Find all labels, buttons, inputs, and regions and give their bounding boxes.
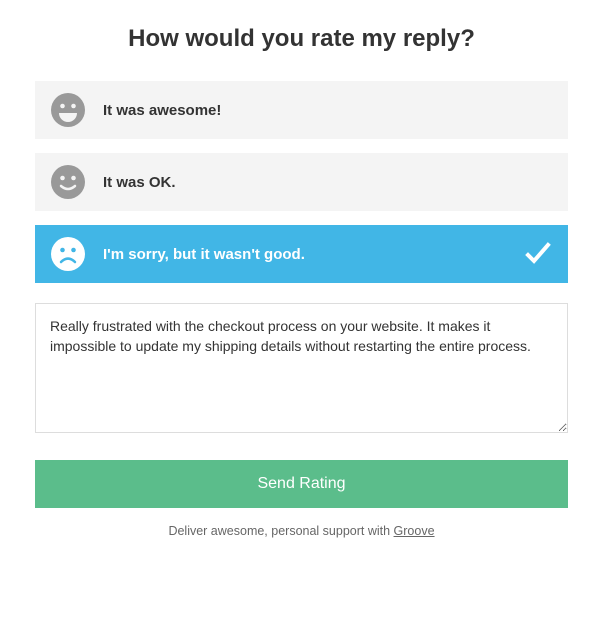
smile-icon	[51, 165, 85, 199]
footer-link[interactable]: Groove	[394, 524, 435, 538]
rating-option-ok[interactable]: It was OK.	[35, 153, 568, 211]
footer-prefix: Deliver awesome, personal support with	[168, 524, 393, 538]
rating-option-awesome[interactable]: It was awesome!	[35, 81, 568, 139]
rating-option-bad[interactable]: I'm sorry, but it wasn't good.	[35, 225, 568, 283]
rating-option-label: It was awesome!	[103, 102, 221, 119]
rating-option-label: I'm sorry, but it wasn't good.	[103, 246, 305, 263]
smile-big-icon	[51, 93, 85, 127]
page-title: How would you rate my reply?	[35, 25, 568, 53]
footer-text: Deliver awesome, personal support with G…	[35, 524, 568, 538]
check-icon	[524, 240, 552, 268]
send-rating-button[interactable]: Send Rating	[35, 460, 568, 508]
frown-icon	[51, 237, 85, 271]
rating-option-label: It was OK.	[103, 174, 176, 191]
comment-input[interactable]	[35, 303, 568, 433]
